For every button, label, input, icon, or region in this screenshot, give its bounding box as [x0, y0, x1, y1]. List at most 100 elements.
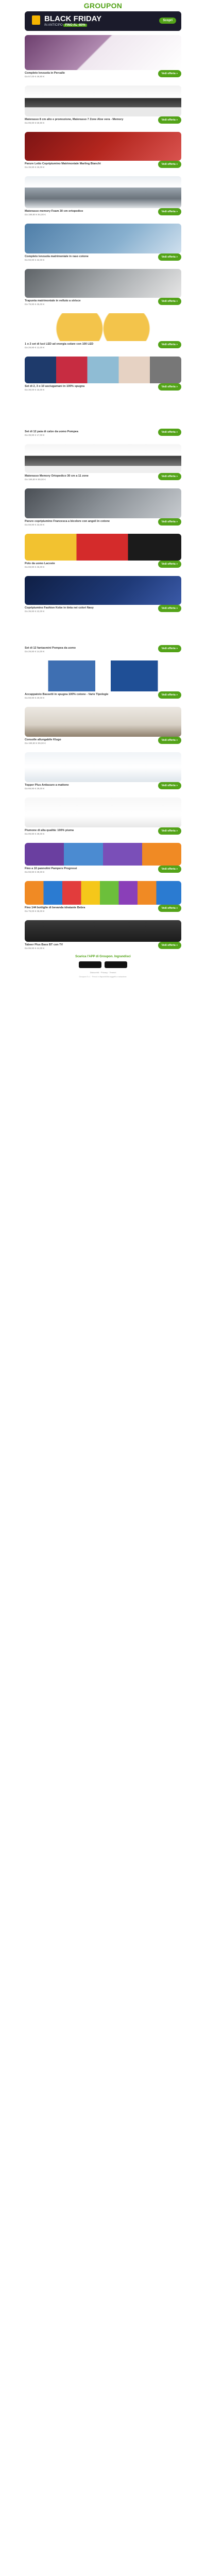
deal-price: Da 99,90 € 59,90 € — [25, 122, 45, 124]
deal-image[interactable] — [25, 752, 181, 782]
deal-price: Da 57,00 € 49,90 € — [25, 75, 45, 78]
footer: Scarica l'APP di Groupon. Ingrandisci Di… — [0, 950, 206, 989]
deal-price: Da 39,90 € 17,00 € — [25, 434, 45, 436]
app-store-badge[interactable] — [79, 961, 101, 968]
deal-price: Da 59,90 € 33,00 € — [25, 523, 45, 526]
deal-image[interactable] — [25, 576, 181, 605]
deal-price: Da 99,90 € 44,00 € — [25, 947, 45, 950]
footer-fineprint: Groupon S.r.l. · Prezzi e disponibilità … — [79, 976, 127, 978]
deal-image[interactable] — [25, 707, 181, 737]
deal-card[interactable]: 1 o 2 set di luci LED ad energia solare … — [25, 313, 181, 349]
deal-card[interactable]: Fino 144 bottiglie di bevanda idratante … — [25, 881, 181, 913]
deal-card[interactable]: Set di 12 fantasmini Pompea da uomo Da 29… — [25, 620, 181, 653]
deal-image[interactable] — [25, 224, 181, 253]
view-deal-button[interactable]: Vedi offerta » — [158, 253, 181, 261]
deal-image[interactable] — [25, 620, 181, 645]
view-deal-button[interactable]: Vedi offerta » — [158, 645, 181, 652]
app-store-badges — [0, 961, 206, 968]
view-deal-button[interactable]: Vedi offerta » — [158, 866, 181, 873]
deal-price: Da 199,90 € 94,00 € — [25, 213, 46, 216]
deal-image[interactable] — [25, 269, 181, 298]
deal-card[interactable]: Parure Letto Copripiumino Matrimoniale M… — [25, 132, 181, 169]
deal-price: Da 79,00 € 36,00 € — [25, 910, 45, 912]
groupon-logo[interactable]: GROUPON — [84, 2, 122, 10]
view-deal-button[interactable]: Vedi offerta » — [158, 161, 181, 168]
deals-list: Completo lenzuola in Percalle Da 57,00 € … — [0, 35, 206, 950]
deal-image[interactable] — [25, 176, 181, 208]
deal-price: Da 39,90 € 26,00 € — [25, 166, 45, 168]
view-deal-button[interactable]: Vedi offerta » — [158, 827, 181, 835]
deal-card[interactable]: Materasso 8 cm alto e promozione, Matera… — [25, 86, 181, 125]
deal-price: Da 29,90 € 12,00 € — [25, 346, 45, 349]
view-deal-button[interactable]: Vedi offerta » — [158, 737, 181, 744]
view-deal-button[interactable]: Vedi offerta » — [158, 942, 181, 949]
banner-cta-button[interactable]: Scopri — [159, 18, 176, 24]
deal-card[interactable]: Fino a 10 pannolini Pampers Progressi Da … — [25, 843, 181, 874]
view-deal-button[interactable]: Vedi offerta » — [158, 341, 181, 348]
deal-price: Da 59,90 € 29,00 € — [25, 697, 45, 699]
banner-subline: IN ANTICIPO FINO AL -80% — [44, 24, 101, 27]
deal-card[interactable]: Tabeer Plus Bass BT con TV Da 99,90 € 44,… — [25, 920, 181, 950]
view-deal-button[interactable]: Vedi offerta » — [158, 691, 181, 699]
deal-price: Da 69,90 € 45,00 € — [25, 566, 45, 568]
view-deal-button[interactable]: Vedi offerta » — [158, 208, 181, 215]
view-deal-button[interactable]: Vedi offerta » — [158, 518, 181, 526]
deal-image[interactable] — [25, 881, 181, 905]
banner-headline: BLACK FRIDAY — [44, 14, 102, 23]
deal-card[interactable]: Topper Plus Antiacaro a mattone Da 69,90 … — [25, 752, 181, 790]
deal-card[interactable]: Piumone di alta qualità: 100% piuma Da 99… — [25, 798, 181, 836]
deal-card[interactable]: Parure copripiumino Francesca a bicolore… — [25, 488, 181, 527]
deal-card[interactable]: Set di 2, 3 o 10 asciugamani in 100% spu… — [25, 357, 181, 392]
black-friday-banner[interactable]: BLACK FRIDAY IN ANTICIPO FINO AL -80% Sc… — [25, 11, 181, 31]
deal-image[interactable] — [25, 35, 181, 70]
view-deal-button[interactable]: Vedi offerta » — [158, 298, 181, 305]
deal-price: Da 59,90 € 39,00 € — [25, 871, 45, 873]
deal-image[interactable] — [25, 444, 181, 473]
deal-card[interactable]: Set di 12 paia di calze da uomo Pompea Da… — [25, 399, 181, 437]
view-deal-button[interactable]: Vedi offerta » — [158, 383, 181, 391]
deal-card[interactable]: Materasso Memory Ortopedico 30 cm a 11 z… — [25, 444, 181, 481]
deal-card[interactable]: Copripiumino Fashion Kobe in tinta nei c… — [25, 576, 181, 613]
deal-image[interactable] — [25, 313, 181, 341]
email-page: GROUPON BLACK FRIDAY IN ANTICIPO FINO AL… — [0, 0, 206, 989]
deal-price: Da 29,90 € 14,00 € — [25, 650, 45, 653]
view-deal-button[interactable]: Vedi offerta » — [158, 473, 181, 480]
deal-image[interactable] — [25, 488, 181, 518]
header: GROUPON — [0, 0, 206, 11]
deal-card[interactable]: Trapunta matrimoniale in velluto a stris… — [25, 269, 181, 306]
view-deal-button[interactable]: Vedi offerta » — [158, 429, 181, 436]
deal-image[interactable] — [25, 843, 181, 866]
banner-discount-badge: FINO AL -80% — [63, 24, 87, 27]
deal-price: Da 199,90 € 99,00 € — [25, 742, 46, 744]
deal-price: Da 79,90 € 45,00 € — [25, 303, 45, 306]
footer-app-promo: Scarica l'APP di Groupon. Ingrandisci — [75, 955, 131, 958]
deal-price: Da 59,90 € 32,00 € — [25, 259, 45, 261]
deal-card[interactable]: Completo lenzuola matrimoniale in raso c… — [25, 224, 181, 262]
deal-image[interactable] — [25, 534, 181, 561]
deal-image[interactable] — [25, 660, 181, 691]
view-deal-button[interactable]: Vedi offerta » — [158, 70, 181, 77]
deal-card[interactable]: Accappatoio Bassetti in spugna 100% coto… — [25, 660, 181, 700]
deal-card[interactable]: Materasso memory Foam 30 cm ortopedico Da… — [25, 176, 181, 216]
deal-card[interactable]: Consolle allungabile Klugo Da 199,90 € 99… — [25, 707, 181, 745]
deal-image[interactable] — [25, 798, 181, 827]
deal-price: Da 39,90 € 22,00 € — [25, 610, 45, 613]
deal-image[interactable] — [25, 399, 181, 429]
deal-price: Da 99,90 € 39,00 € — [25, 833, 45, 835]
deal-image[interactable] — [25, 132, 181, 161]
deal-card[interactable]: Completo lenzuola in Percalle Da 57,00 € … — [25, 35, 181, 78]
deal-price: Da 69,90 € 29,00 € — [25, 787, 45, 790]
deal-image[interactable] — [25, 920, 181, 942]
view-deal-button[interactable]: Vedi offerta » — [158, 605, 181, 612]
deal-card[interactable]: Polo da uomo Lacoste Da 69,90 € 45,00 € Ve… — [25, 534, 181, 569]
view-deal-button[interactable]: Vedi offerta » — [158, 561, 181, 568]
shopping-bag-icon — [32, 15, 40, 25]
view-deal-button[interactable]: Vedi offerta » — [158, 905, 181, 912]
view-deal-button[interactable]: Vedi offerta » — [158, 782, 181, 789]
google-play-badge[interactable] — [105, 961, 127, 968]
deal-image[interactable] — [25, 86, 181, 116]
deal-image[interactable] — [25, 357, 181, 383]
footer-links[interactable]: Disiscriviti · Privacy · Termini — [0, 971, 206, 974]
banner-subline-prefix: IN ANTICIPO — [44, 24, 63, 27]
view-deal-button[interactable]: Vedi offerta » — [158, 116, 181, 124]
